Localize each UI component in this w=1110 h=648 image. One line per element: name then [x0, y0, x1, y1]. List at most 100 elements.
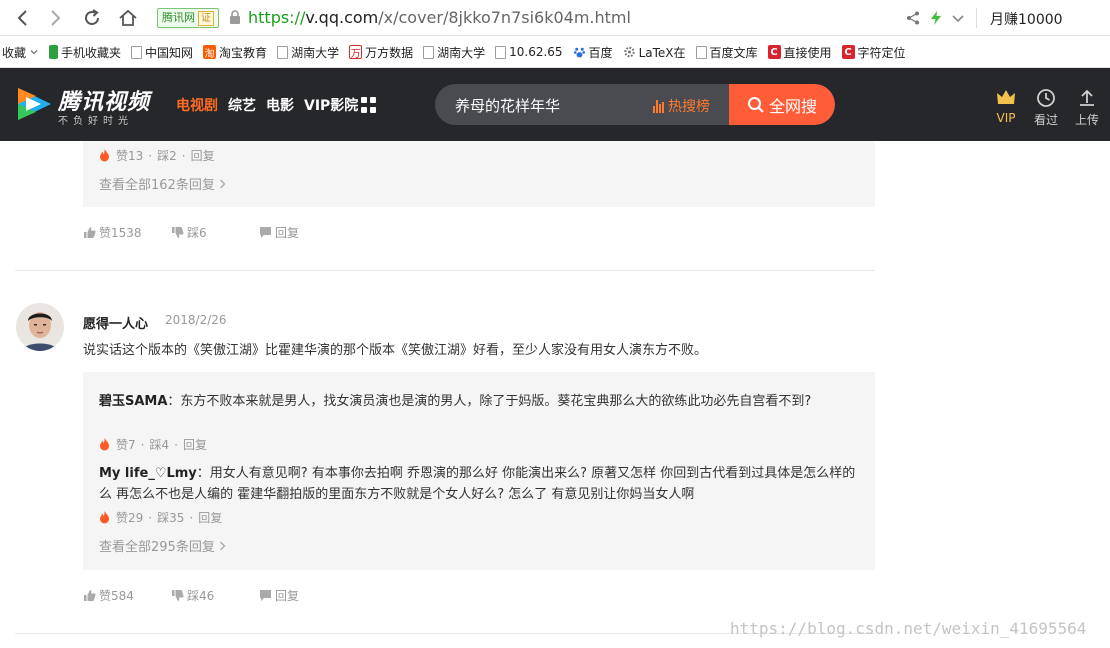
comment-actions: 赞584 踩46 回复: [83, 587, 299, 604]
bookmark-label: 万方数据: [365, 45, 414, 60]
reply-dislike-count[interactable]: 踩2: [157, 149, 177, 163]
history-label: 看过: [1033, 113, 1058, 127]
earn-link[interactable]: 月赚10000: [990, 9, 1063, 29]
lock-icon: [230, 10, 240, 24]
separator: [976, 8, 977, 28]
bookmark-label: 字符定位: [857, 45, 906, 60]
hot-search-link[interactable]: 热搜榜: [653, 96, 710, 116]
bookmark-favorites[interactable]: 收藏: [2, 42, 39, 62]
bookmark-baidu[interactable]: 百度: [573, 42, 613, 62]
bookmark-wanfang[interactable]: 万万方数据: [349, 42, 413, 62]
tencent-video-logo-icon[interactable]: [14, 85, 54, 123]
bookmark-ip[interactable]: 10.62.65: [495, 42, 563, 62]
view-all-replies-link[interactable]: 查看全部295条回复: [99, 536, 226, 555]
upload-button[interactable]: 上传: [1070, 88, 1104, 128]
home-icon: [119, 9, 137, 26]
comment-actions: 赞1538 踩6 回复: [83, 224, 299, 241]
reply-like-count[interactable]: 赞7: [116, 438, 136, 452]
bookmark-baidu-wenku[interactable]: 百度文库: [695, 42, 758, 62]
reply-link[interactable]: 回复: [191, 149, 215, 163]
reply-like-count[interactable]: 赞13: [116, 149, 143, 163]
reply-box: 赞13 · 踩2 · 回复 查看全部162条回复: [83, 141, 875, 207]
reload-icon: [85, 9, 99, 25]
nav-movies[interactable]: 电影: [266, 95, 294, 115]
crown-icon: [997, 90, 1015, 104]
like-button[interactable]: 赞584: [83, 587, 171, 604]
bookmark-hnu-2[interactable]: 湖南大学: [423, 42, 485, 62]
user-avatar-icon: [16, 303, 64, 351]
nav-tv-series[interactable]: 电视剧: [176, 95, 218, 115]
c-logo-icon: C: [767, 45, 781, 59]
bookmark-taobao-edu[interactable]: 淘淘宝教育: [203, 42, 267, 62]
like-count: 赞1538: [99, 226, 142, 240]
reply-meta: 赞13 · 踩2 · 回复: [99, 147, 215, 164]
site-identity-badge[interactable]: 腾讯网证: [157, 8, 219, 28]
bookmark-latex[interactable]: LaTeX在: [623, 42, 686, 62]
reply-box: 碧玉SAMA：东方不败本来就是男人，找女演员演也是演的男人，除了于妈版。葵花宝典…: [83, 372, 875, 570]
comment-bubble-icon: [260, 227, 271, 238]
grid-menu-icon[interactable]: [361, 97, 377, 113]
bookmark-mobile[interactable]: 手机收藏夹: [49, 42, 121, 62]
share-icon[interactable]: [905, 10, 921, 26]
fire-icon: [100, 438, 109, 451]
reply-like-count[interactable]: 赞29: [116, 511, 143, 525]
like-button[interactable]: 赞1538: [83, 224, 171, 241]
reply-button[interactable]: 回复: [259, 587, 299, 604]
bookmark-label: 收藏: [2, 45, 27, 60]
fire-icon: [100, 511, 109, 524]
wanfang-icon: 万: [349, 45, 363, 60]
reply-meta: 赞29 · 踩35 · 回复: [99, 509, 222, 526]
clock-icon: [1037, 89, 1055, 107]
phone-icon: [49, 45, 59, 59]
back-button[interactable]: [10, 6, 34, 30]
bookmark-label: 湖南大学: [291, 45, 340, 60]
search-input[interactable]: 养母的花样年华: [455, 95, 560, 116]
bookmark-char-locate[interactable]: C 字符定位: [841, 42, 906, 62]
bookmark-label: 手机收藏夹: [61, 45, 122, 60]
view-all-replies-link[interactable]: 查看全部162条回复: [99, 174, 226, 193]
vip-button[interactable]: VIP: [989, 88, 1023, 125]
comment-username[interactable]: 愿得一人心: [83, 313, 148, 332]
certified-badge: 证: [198, 11, 214, 26]
thumbs-up-icon: [84, 590, 96, 601]
reply-button[interactable]: 回复: [259, 224, 299, 241]
bookmark-cnki[interactable]: 中国知网: [131, 42, 193, 62]
chevron-right-icon: [220, 179, 226, 189]
reply-dislike-count[interactable]: 踩35: [157, 511, 184, 525]
reply-link[interactable]: 回复: [198, 511, 222, 525]
bookmark-hnu-1[interactable]: 湖南大学: [277, 42, 339, 62]
reply-dislike-count[interactable]: 踩4: [149, 438, 169, 452]
dislike-button[interactable]: 踩6: [171, 224, 259, 241]
bookmark-label: 百度: [588, 45, 613, 60]
bookmarks-bar: 收藏 手机收藏夹 中国知网 淘淘宝教育 湖南大学 万万方数据 湖南大学 10.6…: [0, 37, 1110, 68]
chevron-down-icon[interactable]: [950, 10, 966, 26]
search-all-button[interactable]: 全网搜: [729, 84, 835, 125]
upload-icon: [1080, 89, 1094, 106]
url-path: /x/cover/8jkko7n7si6k04m.html: [378, 8, 631, 27]
nav-vip-cinema[interactable]: VIP影院: [304, 95, 358, 115]
search-button-label: 全网搜: [768, 96, 817, 116]
home-button[interactable]: [116, 6, 140, 30]
avatar[interactable]: [16, 303, 64, 351]
bookmark-direct-use[interactable]: C 直接使用: [767, 42, 832, 62]
reply-username[interactable]: 碧玉SAMA: [99, 394, 167, 409]
forward-button[interactable]: [44, 6, 68, 30]
dislike-count: 踩46: [187, 589, 215, 603]
history-button[interactable]: 看过: [1029, 88, 1063, 128]
thumbs-up-icon: [84, 227, 96, 238]
c-logo-icon: C: [841, 45, 855, 59]
reload-button[interactable]: [80, 6, 104, 30]
site-header: 腾讯视频 不负好时光 电视剧 综艺 电影 VIP影院 养母的花样年华 热搜榜 全…: [0, 68, 1110, 141]
reply-username[interactable]: My life_♡Lmy: [99, 466, 197, 481]
taobao-icon: 淘: [203, 45, 217, 60]
reply-text: ：东方不败本来就是男人，找女演员演也是演的男人，除了于妈版。葵花宝典那么大的欲练…: [167, 394, 812, 409]
page-icon: [423, 45, 435, 59]
reply-link[interactable]: 回复: [183, 438, 207, 452]
dislike-button[interactable]: 踩46: [171, 587, 259, 604]
dislike-count: 踩6: [187, 226, 207, 240]
bookmark-label: 直接使用: [783, 45, 832, 60]
upload-label: 上传: [1074, 113, 1099, 127]
lightning-icon[interactable]: [928, 10, 944, 26]
nav-variety[interactable]: 综艺: [228, 95, 256, 115]
url-field[interactable]: https://v.qq.com/x/cover/8jkko7n7si6k04m…: [248, 8, 631, 27]
